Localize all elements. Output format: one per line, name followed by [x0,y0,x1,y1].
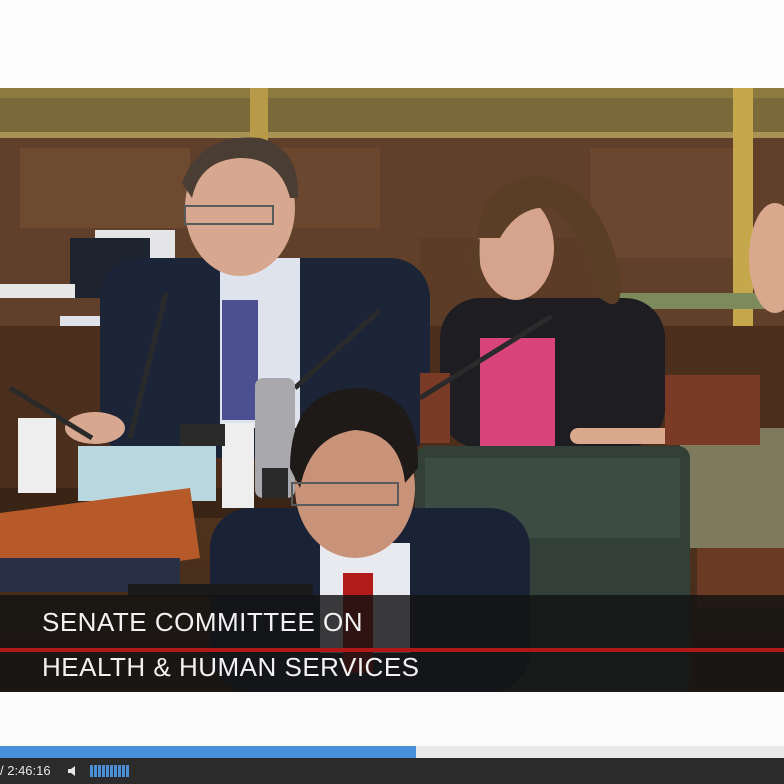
volume-bar [98,765,101,777]
seek-bar-progress [0,746,416,758]
speaker-icon[interactable] [66,763,82,779]
top-blank-area [0,0,784,88]
volume-bar [102,765,105,777]
volume-slider[interactable] [90,765,129,777]
volume-bar [90,765,93,777]
volume-bar [110,765,113,777]
volume-bar [122,765,125,777]
below-video-blank [0,692,784,746]
volume-bar [126,765,129,777]
caption-title-line: SENATE COMMITTEE ON [42,607,364,637]
volume-bar [118,765,121,777]
volume-bar [114,765,117,777]
video-frame[interactable]: SENATE COMMITTEE ON HEALTH & HUMAN SERVI… [0,88,784,692]
caption-subtitle-line: HEALTH & HUMAN SERVICES [42,652,420,682]
player-controls: / 2:46:16 [0,758,784,784]
volume-bar [94,765,97,777]
volume-bar [106,765,109,777]
seek-bar[interactable] [0,746,784,758]
time-display: / 2:46:16 [0,763,51,778]
